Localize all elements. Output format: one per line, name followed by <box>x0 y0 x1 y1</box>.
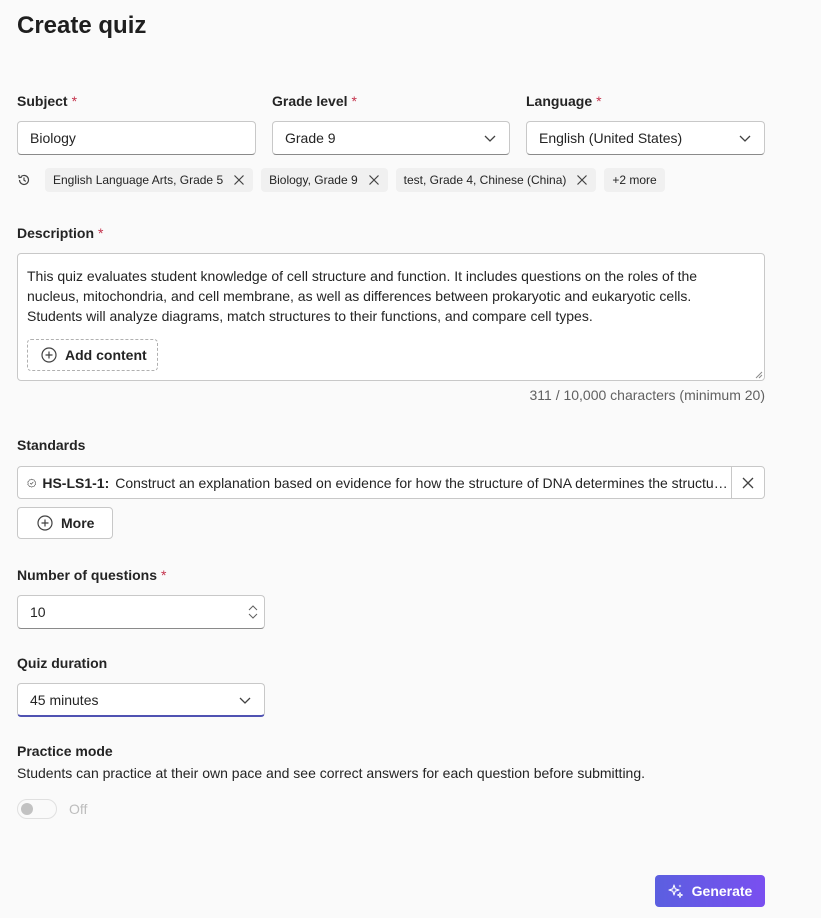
generate-button[interactable]: Generate <box>655 875 765 907</box>
required-mark: * <box>98 225 104 241</box>
close-icon[interactable] <box>368 174 380 186</box>
practice-mode-description: Students can practice at their own pace … <box>17 765 646 781</box>
close-icon[interactable] <box>576 174 588 186</box>
more-chips-button[interactable]: +2 more <box>604 168 665 192</box>
practice-mode-label: Practice mode <box>17 743 113 759</box>
chevron-down-icon <box>239 697 251 704</box>
grade-level-label-text: Grade level <box>272 93 348 109</box>
chip-label: Biology, Grade 9 <box>269 173 358 187</box>
recent-chip[interactable]: Biology, Grade 9 <box>261 168 388 192</box>
required-mark: * <box>351 93 357 109</box>
description-label: Description * <box>17 225 103 241</box>
subject-value: Biology <box>30 130 76 146</box>
close-icon <box>742 477 754 488</box>
questions-stepper[interactable]: 10 <box>17 595 265 629</box>
language-value: English (United States) <box>539 130 683 146</box>
language-label: Language * <box>526 93 602 109</box>
badge-check-icon <box>27 478 36 487</box>
standard-code: HS-LS1-1: <box>42 474 110 491</box>
subject-input[interactable]: Biology <box>17 121 256 155</box>
duration-label: Quiz duration <box>17 655 108 671</box>
plus-circle-icon <box>37 515 53 531</box>
duration-select[interactable]: 45 minutes <box>17 683 265 717</box>
toggle-knob <box>21 803 33 815</box>
generate-label: Generate <box>691 883 753 899</box>
recent-chip[interactable]: English Language Arts, Grade 5 <box>45 168 254 192</box>
practice-mode-toggle-row: Off <box>17 799 87 819</box>
grade-level-select[interactable]: Grade 9 <box>272 121 510 155</box>
grade-level-label: Grade level * <box>272 93 357 109</box>
description-label-text: Description <box>17 225 95 241</box>
recent-chip[interactable]: test, Grade 4, Chinese (China) <box>395 168 597 192</box>
character-counter: 311 / 10,000 characters (minimum 20) <box>529 387 765 403</box>
grade-level-value: Grade 9 <box>285 130 336 146</box>
plus-circle-icon <box>41 347 57 363</box>
questions-label-text: Number of questions <box>17 567 158 583</box>
questions-value: 10 <box>30 604 46 620</box>
resize-handle-icon[interactable] <box>755 371 763 379</box>
page-title: Create quiz <box>17 12 147 39</box>
practice-mode-toggle[interactable] <box>17 799 57 819</box>
language-select[interactable]: English (United States) <box>526 121 765 155</box>
subject-label-text: Subject <box>17 93 68 109</box>
recent-selections: English Language Arts, Grade 5 Biology, … <box>17 168 665 192</box>
description-value: This quiz evaluates student knowledge of… <box>27 268 698 324</box>
chip-label: test, Grade 4, Chinese (China) <box>403 173 567 187</box>
chevron-down-icon <box>739 135 751 142</box>
standard-content: HS-LS1-1: Construct an explanation based… <box>18 467 731 498</box>
chevron-down-icon[interactable] <box>248 613 258 620</box>
language-label-text: Language <box>526 93 593 109</box>
chevron-down-icon <box>484 135 496 142</box>
standards-label: Standards <box>17 437 86 453</box>
chevron-up-icon[interactable] <box>248 604 258 611</box>
description-textarea[interactable]: This quiz evaluates student knowledge of… <box>17 253 765 381</box>
add-standard-label: More <box>61 515 95 531</box>
add-content-button[interactable]: Add content <box>27 339 158 371</box>
standard-text: Construct an explanation based on eviden… <box>115 474 731 491</box>
history-icon <box>18 174 30 186</box>
required-mark: * <box>71 93 78 109</box>
add-standard-button[interactable]: More <box>17 507 113 539</box>
standard-item: HS-LS1-1: Construct an explanation based… <box>17 466 765 499</box>
stepper-controls <box>248 604 258 620</box>
toggle-state-label: Off <box>69 801 88 817</box>
required-mark: * <box>161 567 167 583</box>
close-icon[interactable] <box>233 174 245 186</box>
add-content-label: Add content <box>65 347 147 363</box>
sparkle-icon <box>668 884 683 898</box>
questions-label: Number of questions * <box>17 567 166 583</box>
remove-standard-button[interactable] <box>731 467 764 498</box>
subject-label: Subject * <box>17 93 77 109</box>
more-chips-label: +2 more <box>612 173 657 187</box>
chip-label: English Language Arts, Grade 5 <box>53 173 224 187</box>
required-mark: * <box>596 93 602 109</box>
duration-value: 45 minutes <box>30 691 99 708</box>
